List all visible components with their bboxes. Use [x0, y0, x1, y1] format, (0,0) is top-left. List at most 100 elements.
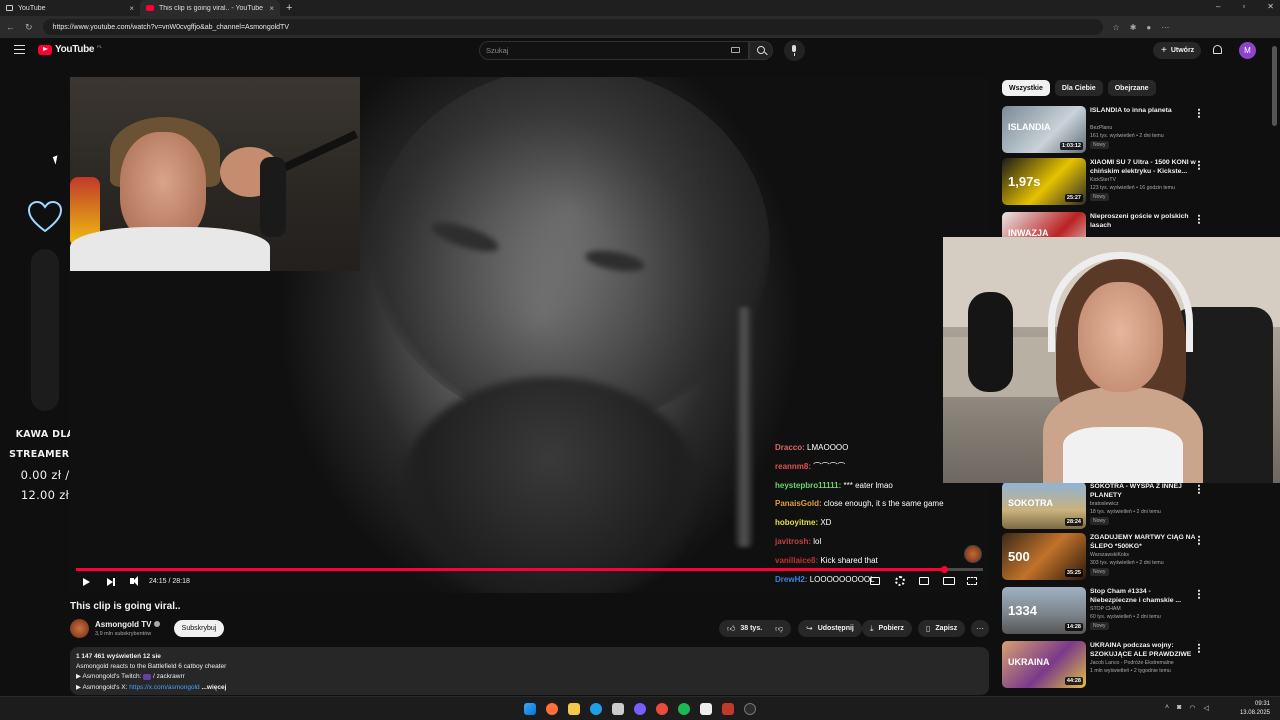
folder-icon[interactable] [568, 703, 580, 715]
recommendation-title[interactable]: UKRAINA podczas wojny: SZOKUJĄCE ALE PRA… [1090, 641, 1196, 659]
recommendation-channel[interactable]: Jacob Lanco - Podróże Ekstremalne [1090, 660, 1174, 666]
keyboard-icon[interactable] [731, 47, 740, 53]
tray-icon[interactable]: ◙ [1177, 704, 1181, 712]
speaker-icon[interactable]: ◁ [1203, 704, 1208, 712]
maximize-icon[interactable]: ▫ [1242, 2, 1245, 11]
more-vertical-icon[interactable] [1198, 535, 1200, 545]
recommendation-channel[interactable]: WarszawskiKoks [1090, 552, 1129, 558]
x-link[interactable]: https://x.com/asmongold [129, 684, 199, 691]
download-button[interactable]: ⤓ Pobierz [862, 620, 912, 637]
settings-gear-icon[interactable] [895, 576, 905, 586]
twitch-link[interactable]: / zackrawrr [153, 673, 185, 680]
app-icon[interactable] [700, 703, 712, 715]
profile-icon[interactable]: ● [1146, 23, 1151, 32]
more-actions-button[interactable]: ⋯ [971, 620, 989, 637]
channel-name[interactable]: Asmongold TV [95, 620, 151, 629]
more-vertical-icon[interactable] [1198, 484, 1200, 494]
scrubber-handle[interactable] [941, 566, 948, 573]
close-icon[interactable]: × [269, 4, 274, 13]
recommendation-title[interactable]: ISLANDIA to inna planeta [1090, 106, 1196, 115]
app-icon[interactable] [656, 703, 668, 715]
show-more-link[interactable]: ...więcej [201, 684, 226, 691]
video-thumbnail[interactable]: ISLANDIA 1:03:12 [1002, 106, 1086, 153]
subtitles-icon[interactable] [870, 577, 880, 585]
scrollbar-thumb[interactable] [1272, 46, 1277, 126]
reload-icon[interactable]: ↻ [25, 22, 33, 33]
like-button[interactable]: 👍︎ 38 tys. 👎︎ [719, 620, 792, 637]
app-icon[interactable] [722, 703, 734, 715]
thumbs-down-icon[interactable]: 👎︎ [775, 624, 783, 634]
miniplayer-icon[interactable] [919, 577, 929, 585]
star-icon[interactable]: ☆ [1113, 23, 1120, 32]
tab-youtube[interactable]: YouTube × [0, 0, 140, 16]
more-vertical-icon[interactable] [1198, 160, 1200, 170]
hamburger-menu-icon[interactable] [14, 45, 25, 54]
minimize-icon[interactable]: – [1216, 2, 1220, 11]
tab-video[interactable]: This clip is going viral.. - YouTube × [140, 0, 280, 16]
windows-start-icon[interactable] [524, 703, 536, 715]
subscribe-button[interactable]: Subskrybuj [174, 620, 224, 637]
recommendation-item[interactable]: UKRAINA 44:28 UKRAINA podczas wojny: SZOKU… [1002, 641, 1212, 691]
firefox-icon[interactable] [546, 703, 558, 715]
search-button[interactable] [749, 41, 773, 60]
app-icon[interactable] [634, 703, 646, 715]
video-thumbnail[interactable]: 1334 14:28 [1002, 587, 1086, 634]
search-input[interactable]: Szukaj [479, 41, 749, 60]
recommendation-item[interactable]: SOKOTRA 28:24 SOKOTRA - WYSPA Z INNEJ PLAN… [1002, 482, 1212, 532]
puzzle-icon[interactable]: ✱ [1130, 23, 1137, 32]
recommendation-channel[interactable]: STOP CHAM [1090, 606, 1121, 612]
back-icon[interactable]: ← [6, 22, 15, 32]
recommendation-channel[interactable]: KickSterTV [1090, 177, 1116, 183]
more-vertical-icon[interactable] [1198, 214, 1200, 224]
close-icon[interactable]: × [129, 4, 134, 13]
more-icon[interactable]: ⋯ [1161, 23, 1169, 32]
close-window-icon[interactable]: ✕ [1267, 2, 1274, 11]
recommendation-item[interactable]: ISLANDIA 1:03:12 ISLANDIA to inna planeta B… [1002, 106, 1212, 156]
create-button[interactable]: + Utwórz [1153, 42, 1201, 59]
recommendation-channel[interactable]: bratoslewicz [1090, 501, 1119, 507]
spotify-icon[interactable] [678, 703, 690, 715]
avatar[interactable]: M [1239, 42, 1256, 59]
video-thumbnail[interactable]: 1,97s 25:27 [1002, 158, 1086, 205]
recommendation-item[interactable]: 1334 14:28 Stop Cham #1334 - Niebezpieczne… [1002, 587, 1212, 637]
channel-avatar[interactable] [70, 619, 89, 638]
wifi-icon[interactable]: ◠ [1189, 704, 1195, 712]
theater-mode-icon[interactable] [943, 577, 955, 585]
recommendation-item[interactable]: 500 35:25 ZGADUJEMY MARTWY CIĄG NA ŚLEPO *… [1002, 533, 1212, 583]
recommendation-title[interactable]: ZGADUJEMY MARTWY CIĄG NA ŚLEPO *500KG* [1090, 533, 1196, 551]
video-thumbnail[interactable]: UKRAINA 44:28 [1002, 641, 1086, 688]
recommendation-title[interactable]: Nieproszeni goście w polskich lasach [1090, 212, 1196, 230]
progress-bar[interactable] [76, 566, 983, 573]
recommendation-item[interactable]: 1,97s 25:27 XIAOMI SU 7 Ultra - 1500 KONI … [1002, 158, 1212, 208]
recommendation-channel[interactable]: BezPlanu [1090, 125, 1112, 131]
video-thumbnail[interactable]: SOKOTRA 28:24 [1002, 482, 1086, 529]
recommendation-title[interactable]: XIAOMI SU 7 Ultra - 1500 KONI w chińskim… [1090, 158, 1196, 176]
save-button[interactable]: ▯ Zapisz [918, 620, 966, 637]
chrome-icon[interactable] [744, 703, 756, 715]
chip-for-you[interactable]: Dla Ciebie [1054, 80, 1103, 96]
store-icon[interactable] [612, 703, 624, 715]
next-icon[interactable] [107, 578, 115, 586]
volume-icon[interactable] [130, 576, 138, 586]
video-player[interactable]: Dracco: LMAOOOO reannm8: ⌒⌒⌒⌒ heystepbro11… [70, 77, 989, 593]
url-field[interactable]: https://www.youtube.com/watch?v=vnW0cvgf… [42, 19, 1103, 35]
chip-watched[interactable]: Obejrzane [1107, 80, 1156, 96]
recommendation-title[interactable]: SOKOTRA - WYSPA Z INNEJ PLANETY [1090, 482, 1196, 500]
chip-all[interactable]: Wszystkie [1002, 80, 1050, 96]
voice-search-button[interactable] [784, 40, 805, 61]
play-icon[interactable] [83, 578, 90, 586]
bell-icon[interactable] [1213, 45, 1222, 54]
new-tab-button[interactable]: + [280, 2, 298, 14]
recommendation-title[interactable]: Stop Cham #1334 - Niebezpieczne i chamsk… [1090, 587, 1196, 605]
video-thumbnail[interactable]: 500 35:25 [1002, 533, 1086, 580]
clock[interactable]: 09:31 13.08.2025 [1240, 700, 1270, 718]
more-vertical-icon[interactable] [1198, 643, 1200, 653]
edge-icon[interactable] [590, 703, 602, 715]
share-button[interactable]: ↪ Udostępnij [798, 620, 862, 637]
video-description[interactable]: 1 147 461 wyświetleń 12 sie Asmongold re… [70, 647, 989, 695]
more-vertical-icon[interactable] [1198, 589, 1200, 599]
more-vertical-icon[interactable] [1198, 108, 1200, 118]
chevron-up-icon[interactable]: ˄ [1165, 704, 1169, 712]
fullscreen-icon[interactable] [967, 577, 977, 585]
youtube-logo[interactable]: YouTube PL [38, 44, 102, 55]
